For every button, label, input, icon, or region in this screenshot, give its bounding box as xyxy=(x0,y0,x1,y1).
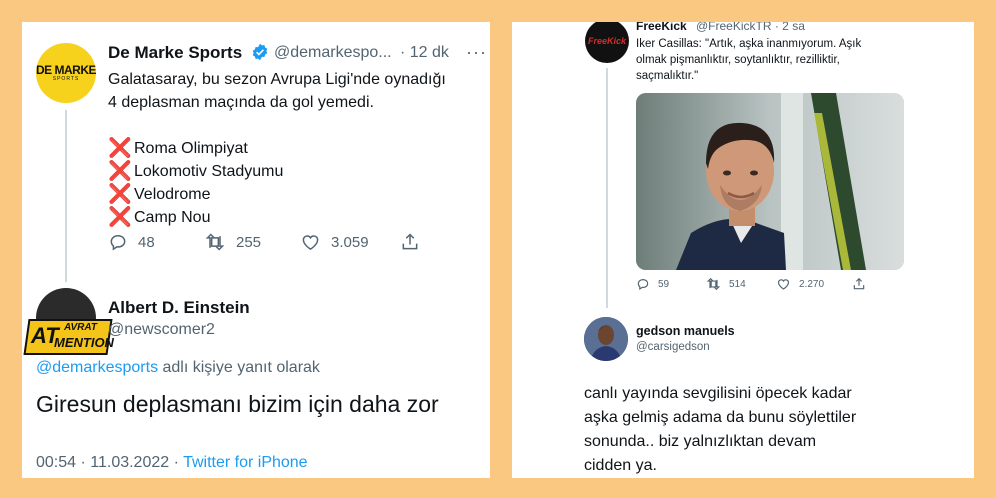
retweet-count: 514 xyxy=(729,278,746,290)
list-item: ❌ Roma Olimpiyat xyxy=(108,137,488,160)
left-screenshot-panel: DE MARKE SPORTS De Marke Sports @demarke… xyxy=(22,22,490,478)
reply-source-link[interactable]: Twitter for iPhone xyxy=(183,454,308,471)
reply-text-line: cidden ya. xyxy=(584,457,657,474)
reply-text: canlı yayında sevgilisini öpecek kadar a… xyxy=(584,382,856,478)
tweet-text-line: saçmalıktır." xyxy=(636,70,699,82)
like-button[interactable]: 3.059 xyxy=(300,232,400,252)
thread-line xyxy=(606,68,608,308)
retweet-button[interactable]: 255 xyxy=(204,232,300,252)
thread-line xyxy=(65,110,67,282)
author-handle[interactable]: @demarkespo... xyxy=(274,44,392,62)
retweet-icon xyxy=(204,232,226,252)
demarke-avatar-text: DE MARKE xyxy=(36,62,96,77)
reply-text-line: sonunda.. biz yalnızlıktan devam xyxy=(584,433,817,450)
right-screenshot-panel: FreeKick FreeKick @FreeKickTR · 2 sa Ike… xyxy=(512,22,974,478)
cross-mark-icon: ❌ xyxy=(108,161,132,182)
retweet-count: 255 xyxy=(236,233,262,251)
tweet-actions: 48 255 3.059 xyxy=(108,232,420,252)
author-name[interactable]: De Marke Sports xyxy=(108,43,242,63)
like-count: 2.270 xyxy=(799,278,825,290)
share-icon xyxy=(400,232,420,252)
share-button[interactable] xyxy=(852,277,866,291)
tweet-text: Galatasaray, bu sezon Avrupa Ligi'nde oy… xyxy=(108,68,488,229)
cross-mark-icon: ❌ xyxy=(108,184,132,205)
heart-icon xyxy=(776,277,791,291)
gedson-avatar[interactable] xyxy=(584,317,628,361)
cross-mark-icon: ❌ xyxy=(108,207,132,228)
replying-to-line: @demarkesports adlı kişiye yanıt olarak xyxy=(36,359,320,377)
list-item-label: Roma Olimpiyat xyxy=(134,140,248,157)
replying-to-suffix: adlı kişiye yanıt olarak xyxy=(158,359,320,376)
heart-icon xyxy=(300,232,321,252)
tweet-text-line: olmak pişmanlıktır, soytanlıktır, rezill… xyxy=(636,54,840,66)
retweet-icon xyxy=(706,277,721,291)
list-item-label: Camp Nou xyxy=(134,209,211,226)
watermark-mention: MENTION xyxy=(54,335,114,350)
reply-timestamp[interactable]: 00:54 · 11.03.2022 · xyxy=(36,454,183,471)
author-name[interactable]: FreeKick xyxy=(636,22,687,33)
reply-author-name[interactable]: gedson manuels xyxy=(636,324,735,338)
reply-text: Giresun deplasmanı bizim için daha zor xyxy=(36,391,439,417)
atmention-watermark-logo: AT AVRAT MENTION xyxy=(23,319,114,355)
tweet-photo[interactable] xyxy=(636,93,904,270)
reply-icon xyxy=(636,277,650,291)
freekick-avatar-text: FreeKick xyxy=(587,36,627,46)
verified-badge-icon xyxy=(251,43,269,66)
reply-text-line: canlı yayında sevgilisini öpecek kadar xyxy=(584,385,852,402)
reply-author-handle[interactable]: @newscomer2 xyxy=(108,321,215,339)
retweet-button[interactable]: 514 xyxy=(706,277,776,291)
list-item: ❌ Lokomotiv Stadyumu xyxy=(108,160,488,183)
reply-author-handle[interactable]: @carsigedson xyxy=(636,341,710,353)
tweet-time[interactable]: · 12 dk xyxy=(400,44,449,62)
tweet-text-line: 4 deplasman maçında da gol yemedi. xyxy=(108,94,374,111)
freekick-avatar[interactable]: FreeKick xyxy=(585,22,629,63)
tweet-text-line: Galatasaray, bu sezon Avrupa Ligi'nde oy… xyxy=(108,71,446,88)
reply-button[interactable]: 48 xyxy=(108,232,204,252)
list-item: ❌ Velodrome xyxy=(108,183,488,206)
replying-to-handle-link[interactable]: @demarkesports xyxy=(36,359,158,376)
like-button[interactable]: 2.270 xyxy=(776,277,852,291)
reply-text-line: aşka gelmiş adama da bunu söylettiler xyxy=(584,409,857,426)
like-count: 3.059 xyxy=(331,233,369,251)
casillas-photo-drawing xyxy=(636,93,904,270)
share-icon xyxy=(852,277,866,291)
reply-timestamp-line: 00:54 · 11.03.2022 · Twitter for iPhone xyxy=(36,454,308,472)
tweet-actions: 59 514 2.270 xyxy=(636,277,866,291)
tweet-text-line: Iker Casillas: "Artık, aşka inanmıyorum.… xyxy=(636,38,862,50)
cross-mark-icon: ❌ xyxy=(108,138,132,159)
demarke-avatar[interactable]: DE MARKE SPORTS xyxy=(36,43,96,103)
author-handle[interactable]: @FreeKickTR · 2 sa xyxy=(696,22,805,33)
reply-button[interactable]: 59 xyxy=(636,277,706,291)
demarke-avatar-subtext: SPORTS xyxy=(52,75,80,82)
watermark-avrat: AVRAT xyxy=(64,322,97,333)
reply-count: 48 xyxy=(138,233,155,251)
reply-author-name[interactable]: Albert D. Einstein xyxy=(108,298,250,318)
reply-icon xyxy=(108,232,128,252)
tweet-text: Iker Casillas: "Artık, aşka inanmıyorum.… xyxy=(636,36,861,84)
list-item: ❌ Camp Nou xyxy=(108,206,488,229)
reply-count: 59 xyxy=(658,278,670,290)
list-item-label: Velodrome xyxy=(134,186,211,203)
list-item-label: Lokomotiv Stadyumu xyxy=(134,163,284,180)
share-button[interactable] xyxy=(400,232,420,252)
gedson-avatar-drawing xyxy=(584,317,628,361)
more-options-icon[interactable]: ··· xyxy=(466,42,487,63)
